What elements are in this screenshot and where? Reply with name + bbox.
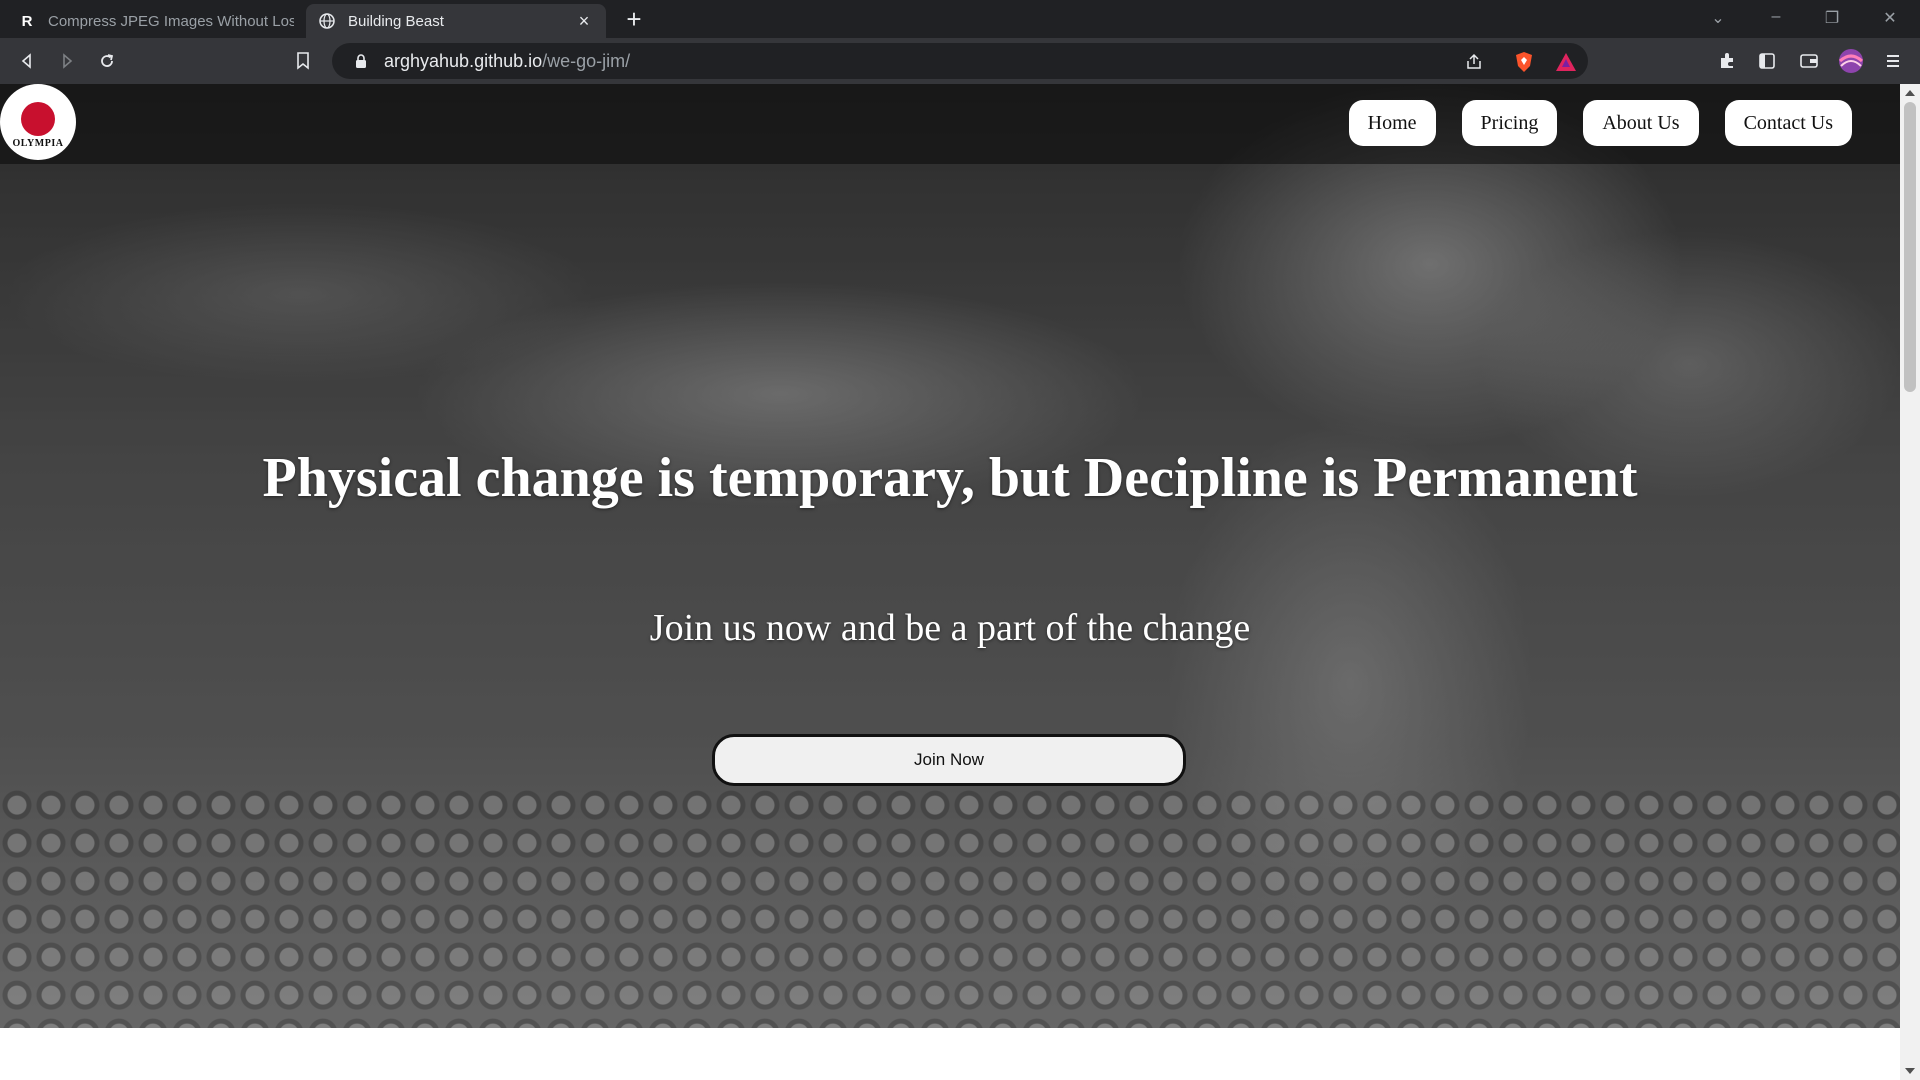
url-host: arghyahub.github.io — [384, 50, 543, 71]
new-tab-button[interactable]: + — [620, 6, 648, 34]
brave-shield-icon[interactable] — [1512, 50, 1536, 74]
logo-emblem-icon — [21, 101, 55, 136]
hero-headline: Physical change is temporary, but Decipl… — [262, 447, 1638, 509]
wallet-icon[interactable] — [1796, 48, 1822, 74]
brave-rewards-icon[interactable] — [1554, 50, 1578, 74]
share-icon[interactable] — [1462, 50, 1486, 74]
tab-search-icon[interactable]: ⌄ — [1706, 8, 1730, 30]
join-now-button[interactable]: Join Now — [712, 734, 1186, 786]
web-page: OLYMPIA Home Pricing About Us Contact Us… — [0, 84, 1900, 1080]
hero-overlay — [0, 84, 1900, 1028]
globe-icon — [318, 12, 336, 30]
profile-avatar-icon[interactable] — [1838, 48, 1864, 74]
site-logo[interactable]: OLYMPIA — [0, 84, 76, 160]
scroll-down-icon[interactable] — [1905, 1068, 1915, 1074]
page-scrollbar[interactable] — [1900, 84, 1920, 1080]
tab-title: Building Beast — [348, 12, 444, 30]
lock-icon[interactable] — [350, 50, 372, 72]
nav-home-button[interactable]: Home — [1348, 100, 1436, 146]
site-r-icon: R — [21, 12, 33, 30]
scroll-up-icon[interactable] — [1905, 90, 1915, 96]
logo-text: OLYMPIA — [12, 137, 64, 149]
nav-contact-button[interactable]: Contact Us — [1724, 100, 1852, 146]
minimize-icon[interactable]: – — [1764, 8, 1788, 30]
forward-icon[interactable] — [54, 48, 80, 74]
scrollbar-thumb[interactable] — [1904, 102, 1916, 392]
url-path: /we-go-jim/ — [542, 50, 631, 71]
sidebar-icon[interactable] — [1754, 48, 1780, 74]
window-close-icon[interactable]: ✕ — [1878, 8, 1902, 30]
browser-tabstrip: R Compress JPEG Images Without Losin Bui… — [0, 0, 1920, 38]
bookmark-icon[interactable] — [290, 48, 316, 74]
extensions-icon[interactable] — [1714, 48, 1740, 74]
restore-icon[interactable]: ❐ — [1820, 8, 1844, 30]
tab-title: Compress JPEG Images Without Losin — [48, 12, 294, 30]
tab-building-beast[interactable]: Building Beast × — [306, 4, 606, 38]
close-tab-icon[interactable]: × — [574, 11, 594, 31]
menu-icon[interactable] — [1880, 48, 1906, 74]
nav-pricing-button[interactable]: Pricing — [1461, 100, 1558, 146]
nav-about-button[interactable]: About Us — [1583, 100, 1699, 146]
tab-compress-jpeg[interactable]: R Compress JPEG Images Without Losin — [6, 4, 306, 38]
back-icon[interactable] — [14, 48, 40, 74]
hero-background-image: OLYMPIA Home Pricing About Us Contact Us… — [0, 84, 1900, 1028]
address-bar[interactable]: arghyahub.github.io/we-go-jim/ — [332, 43, 1588, 79]
main-nav: Home Pricing About Us Contact Us — [1348, 100, 1852, 146]
reload-icon[interactable] — [94, 48, 120, 74]
browser-toolbar: arghyahub.github.io/we-go-jim/ — [0, 38, 1920, 84]
site-header: OLYMPIA Home Pricing About Us Contact Us — [0, 84, 1900, 164]
hero-subline: Join us now and be a part of the change — [649, 607, 1251, 649]
